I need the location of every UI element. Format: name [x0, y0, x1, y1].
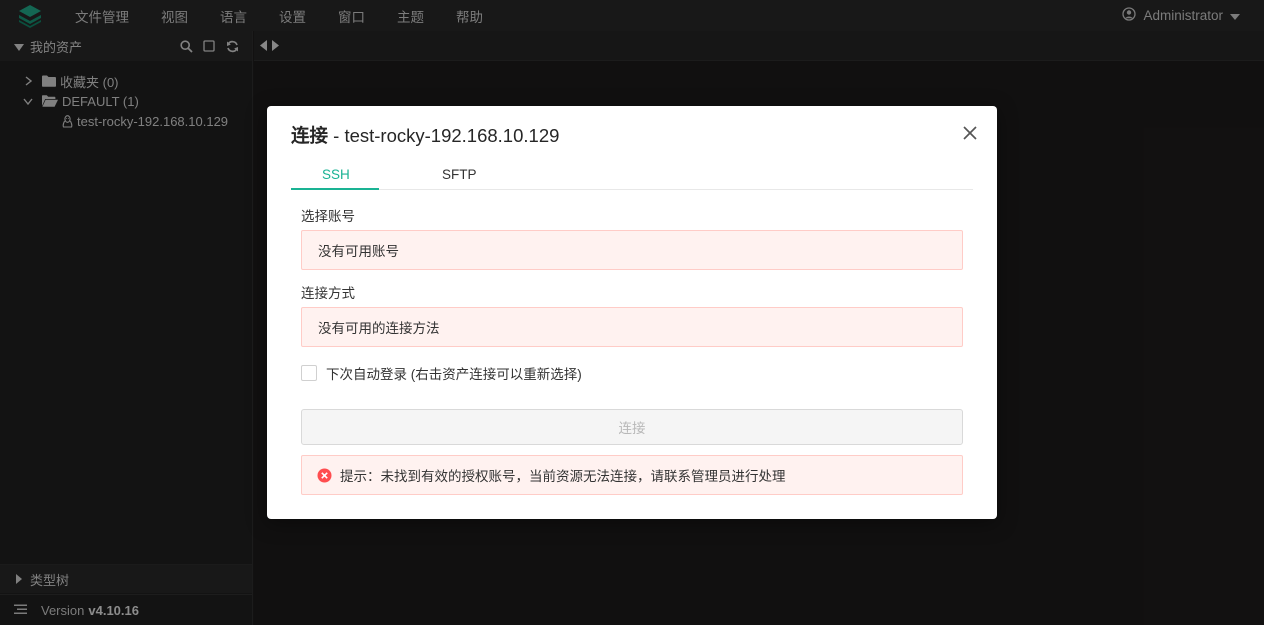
account-label: 选择账号: [301, 209, 355, 224]
dialog-title-suffix: - test-rocky-192.168.10.129: [328, 125, 560, 146]
auto-login-label: 下次自动登录 (右击资产连接可以重新选择): [326, 367, 582, 382]
method-label: 连接方式: [301, 286, 355, 301]
error-alert: 提示：未找到有效的授权账号，当前资源无法连接，请联系管理员进行处理: [301, 455, 963, 495]
method-value: 没有可用的连接方法: [318, 321, 440, 336]
auto-login-checkbox[interactable]: [301, 365, 317, 381]
protocol-tabs: SSH SFTP: [291, 164, 973, 190]
account-select[interactable]: 没有可用账号: [301, 230, 963, 270]
connect-dialog: 连接 - test-rocky-192.168.10.129 SSH SFTP …: [267, 106, 997, 519]
tab-ssh[interactable]: SSH: [322, 167, 350, 182]
dialog-title-prefix: 连接: [291, 125, 329, 146]
error-circle-icon: [317, 468, 332, 483]
close-icon[interactable]: [962, 125, 978, 141]
active-tab-indicator: [291, 188, 379, 190]
auto-login-option[interactable]: 下次自动登录 (右击资产连接可以重新选择): [301, 363, 582, 383]
connect-button[interactable]: 连接: [301, 409, 963, 445]
account-value: 没有可用账号: [318, 244, 399, 259]
dialog-title: 连接 - test-rocky-192.168.10.129: [291, 122, 559, 148]
method-select[interactable]: 没有可用的连接方法: [301, 307, 963, 347]
alert-text: 提示：未找到有效的授权账号，当前资源无法连接，请联系管理员进行处理: [340, 469, 786, 484]
tab-sftp[interactable]: SFTP: [442, 167, 477, 182]
